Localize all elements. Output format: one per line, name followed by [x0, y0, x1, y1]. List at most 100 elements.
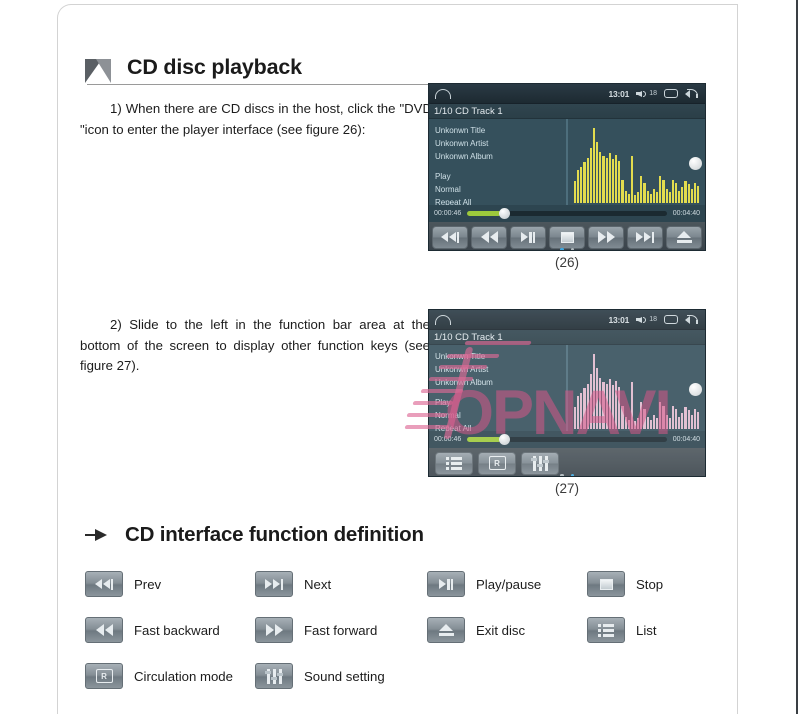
- back-arrow-icon[interactable]: [685, 314, 699, 325]
- spectrum-bar: [684, 407, 687, 429]
- figure-caption-26: (26): [554, 255, 579, 270]
- track-metadata-26: Unkonwn Title Unkonwn Artist Unkonwn Alb…: [429, 119, 567, 207]
- next-button[interactable]: [627, 225, 663, 249]
- play-pause-button[interactable]: [510, 225, 546, 249]
- spectrum-bar: [659, 176, 662, 203]
- legend-item: Sound setting: [255, 663, 427, 689]
- legend-item: Prev: [85, 571, 255, 597]
- volume-icon[interactable]: [636, 315, 647, 325]
- legend-label: Stop: [636, 576, 664, 592]
- spectrum-bar: [589, 148, 592, 203]
- window-icon[interactable]: [664, 315, 678, 324]
- spectrum-bar: [624, 416, 627, 429]
- spectrum-bar: [649, 419, 652, 429]
- spectrum-bar: [586, 383, 589, 429]
- legend-label: Prev: [134, 576, 162, 592]
- stop-button[interactable]: [549, 225, 585, 249]
- fast-forward-icon: [255, 617, 293, 643]
- spectrum-analyzer-26: [574, 125, 700, 203]
- meta-title: Unkonwn Title: [435, 126, 486, 135]
- spectrum-bar: [681, 413, 684, 429]
- spectrum-bar: [592, 128, 596, 203]
- spectrum-bar: [577, 170, 580, 203]
- spectrum-bar: [693, 182, 697, 203]
- page-content: CD disc playback 1) When there are CD di…: [58, 5, 737, 713]
- spectrum-bar: [662, 405, 665, 429]
- spectrum-bar: [687, 410, 690, 429]
- fast-forward-button[interactable]: [588, 225, 624, 249]
- meta-title: Unkonwn Title: [435, 352, 486, 361]
- legend-item: Play/pause: [427, 571, 587, 597]
- seek-bar-27[interactable]: [467, 433, 667, 445]
- spectrum-bar: [662, 179, 665, 203]
- definition-heading: CD interface function definition: [85, 523, 424, 547]
- volume-level: 18: [649, 316, 657, 323]
- eject-icon: [427, 617, 465, 643]
- meta-album: Unkonwn Album: [435, 152, 493, 161]
- spectrum-bar: [630, 156, 633, 203]
- spectrum-bar: [621, 405, 624, 429]
- page-left-margin: [0, 0, 57, 714]
- prev-button[interactable]: [432, 225, 468, 249]
- spectrum-bar: [665, 188, 668, 203]
- seek-bar-26[interactable]: [467, 207, 667, 219]
- volume-level: 18: [649, 90, 657, 97]
- legend-item: Stop: [587, 571, 717, 597]
- control-bar-27: R: [429, 448, 705, 476]
- spectrum-bar: [615, 154, 618, 203]
- elapsed-time-26: 00:00:46: [434, 210, 462, 217]
- function-legend: Prev Next Play/pause Stop Fast backward Fast …: [85, 571, 717, 689]
- document-page: CD disc playback 1) When there are CD di…: [0, 0, 800, 714]
- stop-icon: [587, 571, 625, 597]
- spectrum-bar: [656, 418, 659, 429]
- spectrum-bar: [618, 160, 621, 203]
- list-button[interactable]: [435, 451, 473, 475]
- spectrum-bar: [596, 368, 599, 429]
- legend-label: Fast forward: [304, 622, 378, 638]
- volume-knob-26[interactable]: [689, 157, 702, 170]
- eject-button[interactable]: [666, 225, 702, 249]
- spectrum-bar: [668, 192, 671, 203]
- home-icon[interactable]: [435, 88, 451, 99]
- spectrum-bar: [697, 185, 700, 203]
- volume-icon[interactable]: [636, 89, 647, 99]
- spectrum-bar: [633, 421, 637, 429]
- spectrum-bar: [596, 142, 599, 203]
- device-screen-26[interactable]: 13:01 18 1/10 CD Track 1 Unkonwn Title U…: [428, 83, 706, 251]
- window-icon[interactable]: [664, 89, 678, 98]
- spectrum-analyzer-27: [574, 351, 700, 429]
- spectrum-bar: [633, 195, 637, 203]
- back-arrow-icon[interactable]: [685, 88, 699, 99]
- spectrum-bar: [697, 411, 700, 429]
- fast-backward-button[interactable]: [471, 225, 507, 249]
- spectrum-bar: [665, 414, 668, 429]
- spectrum-bar: [577, 396, 580, 429]
- spectrum-bar: [637, 192, 640, 203]
- volume-knob-27[interactable]: [689, 383, 702, 396]
- device-screen-27[interactable]: 13:01 18 1/10 CD Track 1 Unkonwn Title U…: [428, 309, 706, 477]
- sound-setting-button[interactable]: [521, 451, 559, 475]
- spectrum-bar: [640, 176, 643, 203]
- spectrum-bar: [589, 374, 592, 429]
- spectrum-bar: [668, 418, 671, 429]
- home-icon[interactable]: [435, 314, 451, 325]
- spectrum-bar: [637, 418, 640, 429]
- spectrum-bar: [643, 182, 646, 203]
- spectrum-bar: [630, 382, 633, 429]
- legend-item: Fast forward: [255, 617, 427, 643]
- spectrum-bar: [599, 377, 602, 429]
- spectrum-bar: [681, 187, 684, 203]
- spectrum-bar: [574, 407, 577, 429]
- spectrum-bar: [599, 151, 602, 203]
- prev-icon: [85, 571, 123, 597]
- circulation-mode-button[interactable]: R: [478, 451, 516, 475]
- spectrum-bar: [690, 414, 693, 429]
- spectrum-bar: [605, 157, 608, 203]
- spectrum-bar: [580, 393, 583, 429]
- spectrum-bar: [671, 179, 674, 203]
- spectrum-bar: [618, 386, 621, 429]
- spectrum-bar: [605, 383, 608, 429]
- legend-label: Fast backward: [134, 622, 220, 638]
- player-panes-27: Unkonwn Title Unkonwn Artist Unkonwn Alb…: [429, 345, 705, 433]
- spectrum-bar: [675, 408, 678, 429]
